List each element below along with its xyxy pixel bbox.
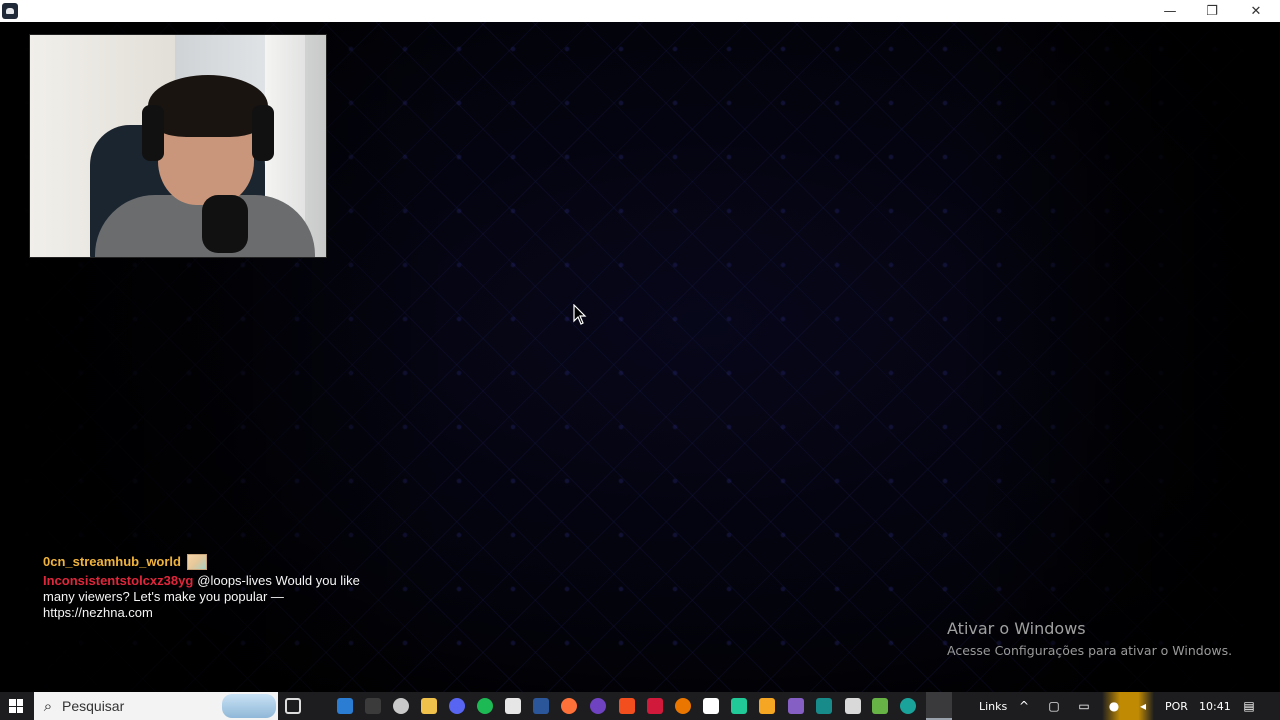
webcam-person-hair <box>148 75 268 137</box>
chevron-up-icon[interactable]: ^ <box>1016 698 1032 714</box>
activate-subtitle: Acesse Configurações para ativar o Windo… <box>947 643 1233 658</box>
language-label: POR <box>1165 699 1188 713</box>
word-icon[interactable] <box>533 698 549 714</box>
arrow-icon[interactable] <box>365 698 381 714</box>
volume-icon[interactable]: ◂ <box>1135 698 1151 714</box>
start-button[interactable] <box>0 692 32 720</box>
edge-dev-icon[interactable] <box>900 698 916 714</box>
file-explorer-icon[interactable] <box>421 698 437 714</box>
device-icon[interactable]: ▢ <box>1046 698 1062 714</box>
figma-icon[interactable] <box>619 698 635 714</box>
chat-sender: Inconsistentstolcxz38yg <box>43 573 194 588</box>
unity-icon[interactable] <box>703 698 719 714</box>
app-icon <box>2 3 18 19</box>
app-orange-icon[interactable] <box>759 698 775 714</box>
app-teal-icon[interactable] <box>816 698 832 714</box>
activate-windows-watermark: Ativar o Windows Acesse Configurações pa… <box>947 619 1232 660</box>
title-bar: — ❐ ✕ <box>0 0 1280 22</box>
clock[interactable]: 10:41 <box>1199 692 1231 720</box>
activate-title: Ativar o Windows <box>947 619 1086 638</box>
blender-icon[interactable] <box>675 698 691 714</box>
webcam-headphone-left <box>142 105 164 161</box>
app-green-icon[interactable] <box>731 698 747 714</box>
obs-studio-icon[interactable] <box>590 698 606 714</box>
app-frog-icon[interactable] <box>872 698 888 714</box>
spotify-icon[interactable] <box>477 698 493 714</box>
search-highlight-image <box>222 694 276 718</box>
minimize-button[interactable]: — <box>1149 0 1191 22</box>
search-box[interactable]: ⌕ Pesquisar <box>34 692 278 720</box>
links-label: Links <box>979 699 1008 713</box>
search-input[interactable]: Pesquisar <box>62 698 124 714</box>
webcam-headphone-right <box>252 105 274 161</box>
obs-active-icon[interactable] <box>926 692 952 720</box>
clock-time: 10:41 <box>1199 699 1231 713</box>
chat-message: Inconsistentstolcxz38yg @loops-lives Woul… <box>43 573 373 621</box>
restore-button[interactable]: ❐ <box>1191 0 1233 22</box>
chat-message-url: https://nezhna.com <box>43 605 153 620</box>
webcam-feed <box>29 34 327 258</box>
edge-icon[interactable] <box>337 698 353 714</box>
notion-icon[interactable] <box>505 698 521 714</box>
firefox-icon[interactable] <box>561 698 577 714</box>
webcam-microphone <box>202 195 248 253</box>
stream-preview[interactable]: 0cn_streamhub_world Inconsistentstolcxz3… <box>0 22 1280 692</box>
links-toolbar[interactable]: Links <box>979 692 1007 720</box>
language-indicator[interactable]: POR <box>1165 692 1188 720</box>
task-view-icon[interactable] <box>285 698 301 714</box>
close-button[interactable]: ✕ <box>1235 0 1277 22</box>
steam-icon[interactable] <box>393 698 409 714</box>
chat-overlay: 0cn_streamhub_world Inconsistentstolcxz3… <box>43 554 373 621</box>
chat-emote-icon <box>187 554 207 570</box>
app-red-icon[interactable] <box>647 698 663 714</box>
microphone-icon[interactable]: ● <box>1106 698 1122 714</box>
chat-username: 0cn_streamhub_world <box>43 554 181 569</box>
chat-header: 0cn_streamhub_world <box>43 554 373 570</box>
network-icon[interactable]: ▭ <box>1076 698 1092 714</box>
app-bird-icon[interactable] <box>845 698 861 714</box>
windows-logo-icon <box>9 699 23 713</box>
notification-center-icon[interactable]: ▤ <box>1241 698 1257 714</box>
discord-icon[interactable] <box>449 698 465 714</box>
visual-studio-icon[interactable] <box>788 698 804 714</box>
taskbar: ⌕ Pesquisar Links ^ ▢ ▭ ● ◂ POR 10:41 ▤ <box>0 692 1280 720</box>
search-icon: ⌕ <box>43 697 53 715</box>
